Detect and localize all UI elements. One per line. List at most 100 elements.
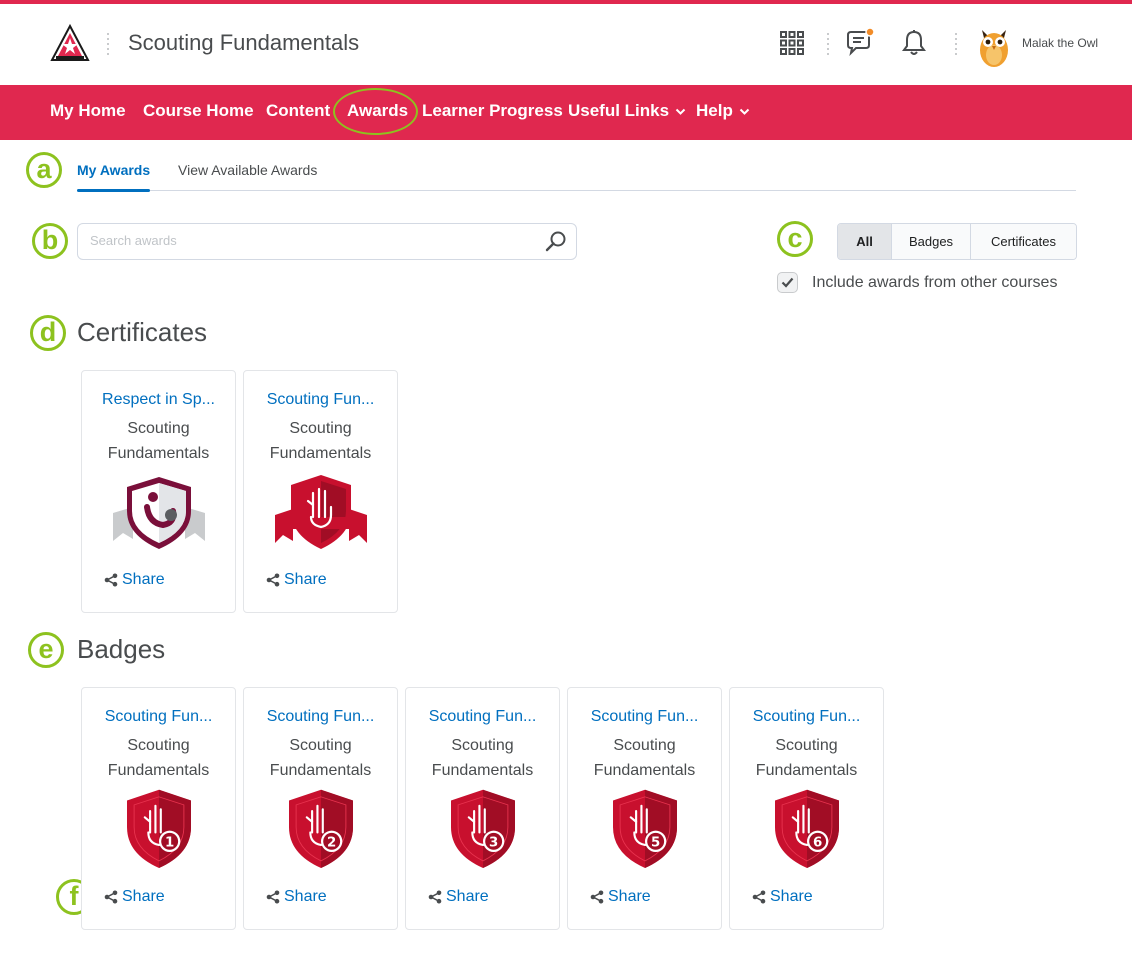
callout-e: e xyxy=(28,632,64,668)
header: Scouting Fundamentals Malak the Owl xyxy=(0,4,1132,85)
share-label: Share xyxy=(608,888,651,905)
award-course: Scouting Fundamentals xyxy=(248,733,393,783)
checkmark-icon xyxy=(781,277,794,288)
include-other-courses-label[interactable]: Include awards from other courses xyxy=(812,274,1057,292)
share-button[interactable]: Share xyxy=(266,571,327,589)
nav-help[interactable]: Help xyxy=(696,101,750,121)
include-other-courses: Include awards from other courses xyxy=(777,272,1057,293)
course-line: Fundamentals xyxy=(107,762,210,779)
course-line: Scouting xyxy=(451,737,514,754)
nav-learner-progress[interactable]: Learner Progress xyxy=(422,101,563,121)
search-box xyxy=(77,223,577,260)
tab-view-available-awards[interactable]: View Available Awards xyxy=(178,162,317,178)
waffle-icon[interactable] xyxy=(777,28,807,58)
filter-all-button[interactable]: All xyxy=(838,224,891,259)
badge-number: 6 xyxy=(813,836,822,851)
message-icon[interactable] xyxy=(845,28,875,58)
course-line: Scouting xyxy=(127,420,190,437)
nav-my-home[interactable]: My Home xyxy=(50,101,126,121)
share-label: Share xyxy=(122,571,165,588)
award-title-link[interactable]: Scouting Fun... xyxy=(90,708,227,726)
badge-number: 3 xyxy=(489,836,498,851)
search-icon[interactable] xyxy=(544,230,568,254)
award-course: Scouting Fundamentals xyxy=(734,733,879,783)
share-icon xyxy=(266,890,280,904)
badge-number: 2 xyxy=(327,836,336,851)
badge-card: Scouting Fun... Scouting Fundamentals 6 Shar… xyxy=(729,687,884,930)
certificate-card: Respect in Sp... Scouting Fundamentals Sh… xyxy=(81,370,236,613)
badge-number: 1 xyxy=(165,836,174,851)
course-line: Fundamentals xyxy=(269,762,372,779)
owl-avatar[interactable] xyxy=(976,24,1012,68)
user-name[interactable]: Malak the Owl xyxy=(1022,36,1098,50)
certificate-card: Scouting Fun... Scouting Fundamentals Sha… xyxy=(243,370,398,613)
search-input[interactable] xyxy=(90,233,530,248)
share-icon xyxy=(428,890,442,904)
scout-salute-certificate-icon[interactable] xyxy=(271,471,371,551)
chevron-down-icon xyxy=(739,108,750,115)
scout-salute-badge-icon[interactable]: 2 xyxy=(271,788,371,868)
nav-label: Content xyxy=(266,101,331,120)
filter-badges-button[interactable]: Badges xyxy=(891,224,970,259)
scouts-canada-logo[interactable] xyxy=(50,24,90,64)
nav-content[interactable]: Content xyxy=(266,101,330,121)
bell-icon[interactable] xyxy=(899,28,929,58)
course-line: Scouting xyxy=(127,737,190,754)
header-divider xyxy=(827,33,829,55)
nav-course-home[interactable]: Course Home xyxy=(143,101,254,121)
badge-card: Scouting Fun... Scouting Fundamentals 3 Shar… xyxy=(405,687,560,930)
respect-in-sport-certificate-icon[interactable] xyxy=(109,471,209,551)
award-course: Scouting Fundamentals xyxy=(572,733,717,783)
scout-salute-badge-icon[interactable]: 1 xyxy=(109,788,209,868)
header-divider xyxy=(955,33,957,55)
awards-tabs: My Awards View Available Awards xyxy=(77,160,1076,192)
scout-salute-badge-icon[interactable]: 5 xyxy=(595,788,695,868)
include-other-courses-checkbox[interactable] xyxy=(777,272,798,293)
course-line: Fundamentals xyxy=(593,762,696,779)
award-course: Scouting Fundamentals xyxy=(86,416,231,466)
tab-my-awards[interactable]: My Awards xyxy=(77,162,151,192)
nav-useful-links[interactable]: Useful Links xyxy=(568,101,686,121)
share-button[interactable]: Share xyxy=(590,888,651,906)
badges-heading: Badges xyxy=(77,634,166,664)
course-line: Scouting xyxy=(289,737,352,754)
award-title-link[interactable]: Scouting Fun... xyxy=(738,708,875,726)
share-button[interactable]: Share xyxy=(104,571,165,589)
course-navbar: My Home Course Home Content Awards Learn… xyxy=(0,85,1132,140)
award-title-link[interactable]: Scouting Fun... xyxy=(252,708,389,726)
share-button[interactable]: Share xyxy=(752,888,813,906)
award-title-link[interactable]: Scouting Fun... xyxy=(252,391,389,409)
share-button[interactable]: Share xyxy=(428,888,489,906)
header-divider xyxy=(107,33,109,55)
share-icon xyxy=(104,890,118,904)
share-icon xyxy=(590,890,604,904)
callout-a: a xyxy=(26,152,62,188)
share-button[interactable]: Share xyxy=(104,888,165,906)
award-title-link[interactable]: Respect in Sp... xyxy=(90,391,227,409)
share-icon xyxy=(104,573,118,587)
badge-card: Scouting Fun... Scouting Fundamentals 1 Shar… xyxy=(81,687,236,930)
filter-certificates-button[interactable]: Certificates xyxy=(970,224,1076,259)
scout-salute-badge-icon[interactable]: 3 xyxy=(433,788,533,868)
badge-number: 5 xyxy=(651,836,660,851)
award-title-link[interactable]: Scouting Fun... xyxy=(576,708,713,726)
share-icon xyxy=(752,890,766,904)
award-title-link[interactable]: Scouting Fun... xyxy=(414,708,551,726)
share-label: Share xyxy=(770,888,813,905)
share-label: Share xyxy=(284,888,327,905)
share-label: Share xyxy=(446,888,489,905)
award-type-filter: All Badges Certificates xyxy=(837,223,1077,260)
notification-dot xyxy=(865,28,875,37)
award-course: Scouting Fundamentals xyxy=(248,416,393,466)
certificates-heading: Certificates xyxy=(77,317,208,347)
share-button[interactable]: Share xyxy=(266,888,327,906)
nav-awards[interactable]: Awards xyxy=(347,101,408,121)
callout-c: c xyxy=(777,221,813,257)
callout-d: d xyxy=(30,315,66,351)
scout-salute-badge-icon[interactable]: 6 xyxy=(757,788,857,868)
nav-label: Help xyxy=(696,101,733,120)
course-title[interactable]: Scouting Fundamentals xyxy=(128,30,359,56)
share-icon xyxy=(266,573,280,587)
award-course: Scouting Fundamentals xyxy=(410,733,555,783)
badge-card: Scouting Fun... Scouting Fundamentals 2 Shar… xyxy=(243,687,398,930)
